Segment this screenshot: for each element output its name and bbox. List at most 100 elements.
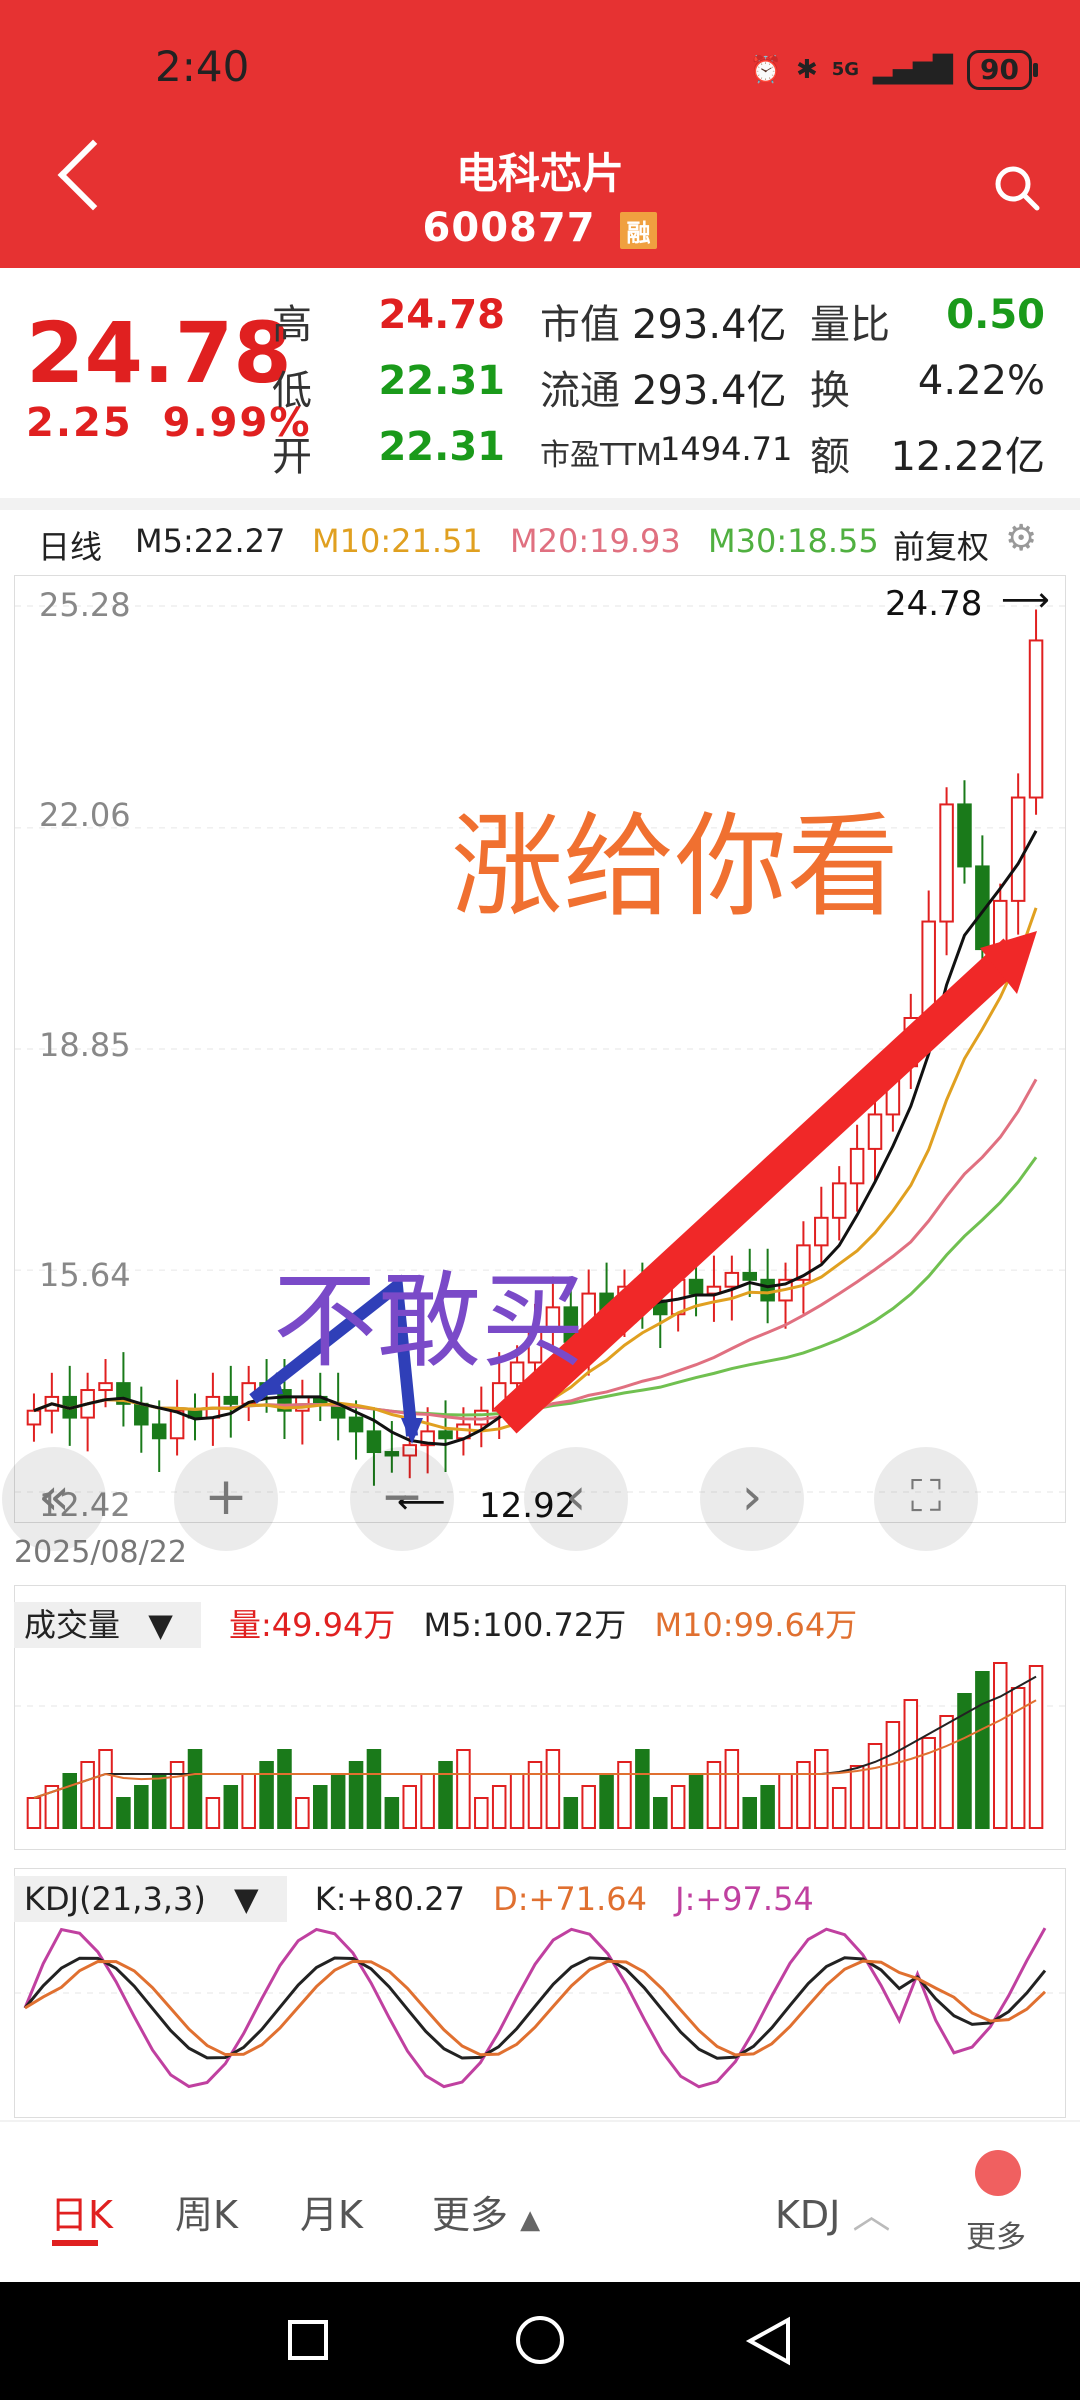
tab-month[interactable]: 月K — [300, 2184, 363, 2239]
volume-bar — [670, 1785, 686, 1829]
volume-bar — [993, 1662, 1008, 1829]
annotation-arrowhead-down — [401, 1418, 423, 1444]
candle-body — [724, 1271, 740, 1288]
volume-value: 量:49.94万 — [228, 1606, 396, 1644]
candle-body — [134, 1402, 149, 1426]
chevron-up-icon: ︿ — [852, 2193, 891, 2237]
volume-bar — [62, 1773, 77, 1829]
volume-bar — [509, 1773, 525, 1829]
signal-icon: ▂▄▆█ — [873, 55, 954, 85]
volume-bar — [724, 1749, 740, 1829]
volume-bar — [814, 1749, 829, 1829]
annotation-rise-text: 涨给你看 — [451, 802, 899, 932]
change-amount: 2.25 — [26, 400, 133, 446]
volume-bar — [26, 1797, 42, 1829]
market-cap-label: 市值 — [540, 302, 620, 348]
kline-chart[interactable]: 25.28 22.06 18.85 15.64 12.42 24.78 ⟶ ⟵ … — [14, 575, 1066, 1526]
tab-day[interactable]: 日K — [50, 2184, 113, 2239]
candle-body — [348, 1416, 364, 1433]
kdj-j-value: J:+97.54 — [675, 1880, 814, 1918]
kdj-legend: KDJ(21,3,3) ▼ K:+80.27 D:+71.64 J:+97.54 — [14, 1876, 832, 1922]
volume-ratio-label: 量比 — [810, 302, 890, 348]
back-nav-icon[interactable] — [744, 2316, 792, 2366]
volume-bar — [706, 1761, 722, 1829]
kdj-selector[interactable]: KDJ(21,3,3) ▼ — [14, 1876, 287, 1922]
fullscreen-button[interactable]: ⛶ — [874, 1447, 978, 1551]
volume-bar — [796, 1761, 811, 1829]
indicator-label: KDJ — [775, 2193, 841, 2237]
volume-bar — [438, 1761, 453, 1829]
tab-more[interactable]: 更多 ▲ — [432, 2184, 540, 2239]
arrow-right-icon: ⟶ — [1001, 580, 1050, 620]
volume-bar — [849, 1765, 865, 1829]
volume-bar — [241, 1773, 256, 1829]
recents-icon[interactable] — [288, 2320, 328, 2360]
volume-selector[interactable]: 成交量 ▼ — [14, 1602, 201, 1648]
high-price-label: 24.78 — [885, 584, 983, 624]
zoom-in-button[interactable]: + — [174, 1447, 278, 1551]
volume-bar — [277, 1749, 292, 1829]
volume-bar — [384, 1797, 400, 1829]
y-tick: 15.64 — [39, 1256, 131, 1294]
candle-body — [223, 1395, 239, 1405]
market-cap-value: 293.4亿 — [632, 302, 787, 348]
volume-bar — [903, 1699, 919, 1829]
candle-body — [151, 1423, 167, 1440]
status-icons: ⏰ ✱ 5G ▂▄▆█ 90 — [749, 44, 1038, 96]
home-icon[interactable] — [516, 2316, 564, 2364]
float-cap-label: 流通 — [540, 368, 620, 414]
volume-bar — [939, 1715, 954, 1829]
adjust-label[interactable]: 前复权 — [893, 522, 989, 568]
volume-bar — [742, 1797, 758, 1829]
high-value: 24.78 — [378, 292, 505, 338]
volume-m10: M10:99.64万 — [654, 1606, 858, 1644]
volume-legend: 成交量 ▼ 量:49.94万 M5:100.72万 M10:99.64万 — [14, 1600, 875, 1648]
volume-ratio-value: 0.50 — [946, 292, 1045, 338]
volume-bar — [313, 1785, 328, 1829]
volume-bar — [456, 1749, 471, 1829]
chevron-down-icon: ▼ — [148, 1606, 173, 1644]
tab-more-label: 更多 — [432, 2193, 509, 2237]
volume-bar — [527, 1761, 543, 1829]
more-dot-icon[interactable] — [975, 2150, 1021, 2196]
chevron-down-icon: ▼ — [233, 1880, 259, 1918]
margin-badge: 融 — [620, 211, 658, 249]
candle-body — [1010, 796, 1026, 902]
candle-body — [849, 1147, 865, 1185]
volume-bar — [885, 1721, 901, 1829]
volume-bar — [116, 1797, 131, 1829]
volume-bar — [581, 1785, 596, 1829]
volume-m5: M5:100.72万 — [423, 1606, 627, 1644]
bluetooth-icon: ✱ — [795, 55, 818, 85]
search-icon[interactable] — [994, 165, 1040, 211]
y-tick: 22.06 — [39, 796, 131, 834]
volume-bar — [420, 1773, 435, 1829]
volume-bar — [1028, 1665, 1044, 1829]
settings-icon[interactable]: ⚙ — [1005, 518, 1037, 559]
tab-week[interactable]: 周K — [175, 2184, 238, 2239]
low-label: 低 — [272, 368, 312, 414]
volume-selector-label: 成交量 — [24, 1606, 121, 1644]
cursor-date: 2025/08/22 — [14, 1535, 187, 1570]
system-navbar — [0, 2282, 1080, 2400]
low-value: 22.31 — [378, 358, 505, 404]
scroll-left-button[interactable]: ‹ — [524, 1447, 628, 1551]
volume-bar — [223, 1785, 239, 1829]
network-label: 5G — [831, 59, 860, 80]
battery-indicator: 90 — [967, 50, 1038, 90]
volume-bar — [134, 1785, 149, 1829]
alarm-icon: ⏰ — [749, 55, 782, 85]
stock-code: 600877 — [422, 205, 596, 251]
indicator-selector[interactable]: KDJ ︿ — [775, 2184, 891, 2239]
volume-bar — [366, 1749, 382, 1829]
open-label: 开 — [272, 434, 312, 480]
m10-label: M10:21.51 — [312, 522, 483, 560]
zoom-out-button[interactable]: − — [350, 1447, 454, 1551]
pe-label: 市盈TTM — [540, 438, 663, 473]
volume-bar — [187, 1749, 203, 1829]
scroll-right-button[interactable]: › — [700, 1447, 804, 1551]
volume-bar — [205, 1797, 221, 1829]
candle-body — [831, 1182, 847, 1219]
pe-value: 1494.71 — [660, 430, 793, 468]
more-button-label[interactable]: 更多 — [966, 2212, 1026, 2256]
